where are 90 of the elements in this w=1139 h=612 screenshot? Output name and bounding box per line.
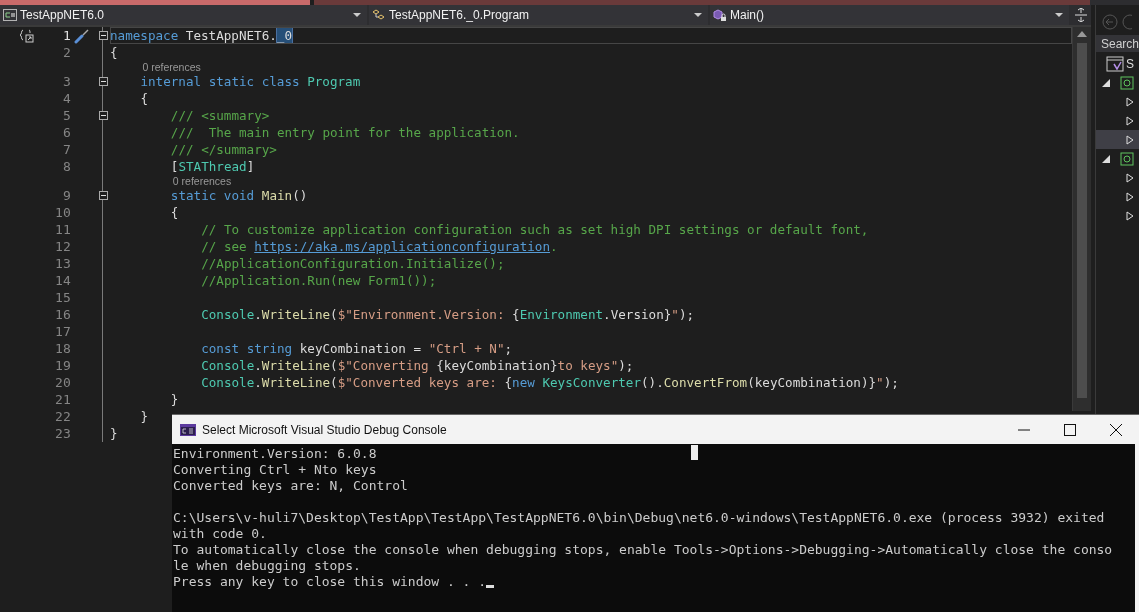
console-line: C:\Users\v-huli7\Desktop\TestApp\TestApp\TestAppNET6.0\bin\Debug\net6.0-windows\TestAppNET6.0.exe (process 3932) exited — [173, 510, 1105, 526]
console-line: le when debugging stops. — [173, 558, 361, 574]
code-line: //ApplicationConfiguration.Initialize(); — [200, 256, 505, 271]
link[interactable]: https://aka.ms/applicationconfiguration — [254, 239, 550, 254]
maximize-icon — [1064, 423, 1076, 436]
console-line: Environment.Version: 6.0.8 — [173, 446, 377, 462]
method-lock-icon — [713, 8, 727, 22]
expander-icon[interactable] — [1126, 191, 1134, 202]
code-line: { — [169, 205, 179, 220]
line-number: 6 — [61, 125, 71, 140]
expander-icon[interactable] — [1126, 96, 1134, 107]
expander-icon[interactable] — [1126, 210, 1134, 221]
line-number: 15 — [54, 290, 71, 305]
minimize-icon — [1018, 428, 1030, 431]
console-app-icon — [180, 423, 196, 436]
expander-icon[interactable] — [1102, 78, 1110, 87]
line-number: 11 — [54, 222, 71, 237]
code-line: Console.WriteLine($"Environment.Version: {Environment.Version}"); — [200, 307, 695, 322]
code-line: } — [110, 426, 118, 441]
csharp-project-icon — [3, 9, 17, 21]
project-icon — [1120, 75, 1134, 90]
member-dropdown[interactable]: Main() — [710, 5, 1069, 25]
tree-item[interactable]: S — [1126, 56, 1134, 71]
console-line: Converting Ctrl + Nto keys — [173, 462, 377, 478]
project-dropdown[interactable]: TestAppNET6.0 — [0, 5, 367, 25]
line-number: 22 — [54, 409, 71, 424]
line-number: 3 — [61, 74, 71, 89]
line-number: 21 — [54, 392, 71, 407]
line-number: 4 — [61, 91, 71, 106]
code-line: //Application.Run(new Form1()); — [200, 273, 437, 288]
code-line: { — [139, 91, 148, 106]
code-line: internal static class Program — [139, 74, 361, 89]
search-field[interactable]: Search — [1096, 35, 1139, 52]
line-number: 10 — [54, 205, 71, 220]
line-number: 14 — [54, 273, 71, 288]
code-line: /// </summary> — [169, 142, 277, 157]
references-label[interactable]: 0 references — [170, 175, 232, 187]
code-line: } — [169, 392, 179, 407]
references-label[interactable]: 0 references — [140, 61, 201, 73]
code-line: /// <summary> — [169, 108, 270, 123]
line-number: 2 — [61, 45, 71, 60]
window-title: Select Microsoft Visual Studio Debug Console — [202, 422, 448, 437]
line-number: 23 — [54, 426, 71, 441]
console-line: To automatically close the console when debugging stops, enable Tools->Options->Debugging->Automatically close the conso — [173, 542, 1113, 558]
split-icon — [1075, 8, 1087, 22]
caret-icon — [694, 13, 702, 17]
code-line: Console.WriteLine($"Converting {keyCombination}to keys"); — [200, 358, 634, 373]
console-line: with code 0. — [173, 526, 267, 542]
line-number: 18 — [54, 341, 71, 356]
line-number: 8 — [61, 159, 71, 174]
screwdriver-icon[interactable] — [73, 27, 90, 44]
text-cursor — [486, 585, 495, 588]
collapse-icon[interactable] — [98, 31, 108, 40]
code-line: Console.WriteLine($"Converted keys are: {new KeysConverter().ConvertFrom(keyCombination)}"); — [200, 375, 899, 390]
line-number: 1 — [61, 28, 71, 43]
code-line: [STAThread] — [169, 159, 255, 174]
code-line: /// The main entry point for the application. — [169, 125, 520, 140]
expander-icon[interactable] — [1126, 172, 1134, 183]
line-number: 5 — [61, 108, 71, 123]
class-icon — [372, 9, 386, 21]
line-number: 17 — [54, 324, 71, 339]
code-line: { — [110, 45, 118, 60]
line-number: 9 — [61, 188, 71, 203]
code-line: // see https://aka.ms/applicationconfiguration. — [200, 239, 558, 254]
line-number: 16 — [54, 307, 71, 322]
expander-icon[interactable] — [1126, 115, 1134, 126]
collapse-icon[interactable] — [98, 77, 108, 86]
collapse-icon[interactable] — [98, 191, 108, 200]
code-line: static void Main() — [169, 188, 308, 203]
close-icon — [1110, 423, 1122, 436]
type-dropdown[interactable]: TestAppNET6._0.Program — [369, 5, 708, 25]
code-line: const string keyCombination = "Ctrl + N"; — [200, 341, 513, 356]
caret-icon — [1055, 13, 1063, 17]
line-number: 20 — [54, 375, 71, 390]
solution-icon — [1106, 55, 1124, 72]
collapse-icon[interactable] — [98, 111, 108, 120]
line-number: 12 — [54, 239, 71, 254]
code-line: } — [139, 409, 148, 424]
scroll-up-icon[interactable] — [1077, 31, 1087, 37]
expander-icon[interactable] — [1126, 134, 1134, 145]
scrollbar[interactable] — [1072, 27, 1091, 411]
line-number: 19 — [54, 358, 71, 373]
line-number: 7 — [61, 142, 71, 157]
code-line: // To customize application configuration such as set high DPI settings or default font, — [200, 222, 869, 237]
console-line: Press any key to close this window . . . — [173, 574, 487, 590]
caret-icon — [353, 13, 361, 17]
line-number: 13 — [54, 256, 71, 271]
project-icon — [1120, 151, 1134, 166]
expander-icon[interactable] — [1102, 154, 1110, 163]
console-line: Converted keys are: N, Control — [173, 478, 408, 494]
